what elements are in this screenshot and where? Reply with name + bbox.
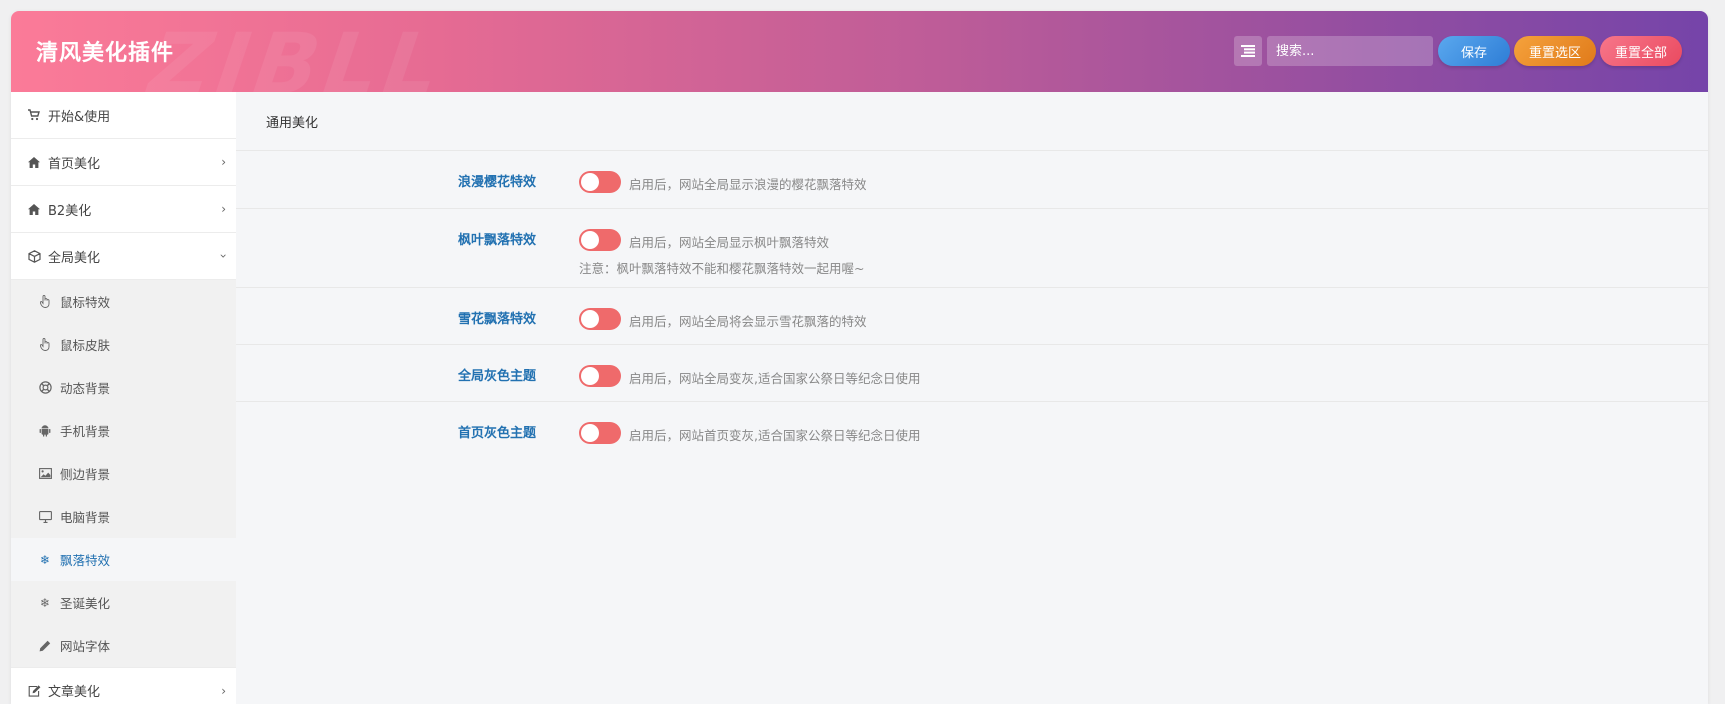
sidebar-subitem-mouse-skin[interactable]: 鼠标皮肤 bbox=[11, 323, 236, 366]
sidebar-item-label: B2美化 bbox=[48, 203, 92, 219]
sakura-effect-toggle[interactable] bbox=[579, 171, 621, 193]
sidebar-subitem-label: 圣诞美化 bbox=[60, 596, 111, 611]
field-sakura-effect: 浪漫樱花特效 启用后，网站全局显示浪漫的樱花飘落特效 bbox=[236, 151, 1708, 209]
pencil-icon bbox=[38, 639, 52, 653]
chevron-down-icon: › bbox=[216, 253, 231, 259]
pointer-hand-icon bbox=[38, 338, 52, 352]
sidebar-subitem-label: 飘落特效 bbox=[60, 553, 111, 568]
sidebar-subitem-label: 动态背景 bbox=[60, 381, 111, 396]
sidebar-subitem-dynamic-bg[interactable]: 动态背景 bbox=[11, 366, 236, 409]
field-description: 启用后，网站全局变灰,适合国家公祭日等纪念日使用 bbox=[629, 371, 921, 386]
image-icon bbox=[38, 467, 52, 481]
sidebar-item-article[interactable]: 文章美化 › bbox=[11, 667, 236, 704]
expand-all-button[interactable] bbox=[1234, 36, 1262, 66]
home-icon bbox=[27, 202, 41, 216]
sidebar-subitem-mobile-bg[interactable]: 手机背景 bbox=[11, 409, 236, 452]
cube-icon bbox=[27, 249, 41, 263]
sidebar-subitem-label: 电脑背景 bbox=[60, 510, 111, 525]
pointer-hand-icon bbox=[38, 295, 52, 309]
field-label: 雪花飘落特效 bbox=[457, 312, 536, 327]
sidebar-subitem-label: 鼠标特效 bbox=[60, 295, 111, 310]
cart-icon bbox=[27, 108, 41, 122]
field-label: 枫叶飘落特效 bbox=[457, 233, 536, 248]
sidebar: 开始&使用 首页美化 › B2美化 › 全局美化 › 鼠标特效 鼠标皮肤 动态背… bbox=[11, 92, 236, 704]
plugin-frame: ZIBLL 清风美化插件 保存 重置选区 重置全部 开始&使用 首页美化 bbox=[11, 11, 1708, 704]
list-icon bbox=[1241, 45, 1255, 57]
header-bar: ZIBLL 清风美化插件 保存 重置选区 重置全部 bbox=[11, 11, 1708, 92]
plugin-title: 清风美化插件 bbox=[36, 41, 175, 66]
sidebar-item-home[interactable]: 首页美化 › bbox=[11, 139, 236, 186]
reset-section-button[interactable]: 重置选区 bbox=[1514, 36, 1596, 66]
sidebar-submenu: 鼠标特效 鼠标皮肤 动态背景 手机背景 侧边背景 电脑背景 ❄ 飘落特效 ❄ 圣… bbox=[11, 280, 236, 667]
snowflake-icon: ❄ bbox=[39, 595, 51, 610]
sidebar-subitem-falling-effect[interactable]: ❄ 飘落特效 bbox=[11, 538, 236, 581]
home-icon bbox=[27, 155, 41, 169]
chevron-right-icon: › bbox=[221, 683, 226, 698]
search-input[interactable] bbox=[1267, 36, 1433, 66]
field-maple-effect: 枫叶飘落特效 启用后，网站全局显示枫叶飘落特效 注意：枫叶飘落特效不能和樱花飘落… bbox=[236, 209, 1708, 288]
field-label: 浪漫樱花特效 bbox=[457, 175, 536, 190]
field-note: 注意：枫叶飘落特效不能和樱花飘落特效一起用喔~ bbox=[579, 261, 865, 276]
sidebar-subitem-christmas[interactable]: ❄ 圣诞美化 bbox=[11, 581, 236, 624]
sidebar-subitem-font[interactable]: 网站字体 bbox=[11, 624, 236, 667]
sidebar-subitem-mouse-effect[interactable]: 鼠标特效 bbox=[11, 280, 236, 323]
field-description: 启用后，网站全局显示枫叶飘落特效 bbox=[629, 235, 830, 250]
snow-effect-toggle[interactable] bbox=[579, 308, 621, 330]
settings-panel: 通用美化 浪漫樱花特效 启用后，网站全局显示浪漫的樱花飘落特效 枫叶飘落特效 启… bbox=[236, 92, 1708, 704]
snowflake-icon: ❄ bbox=[39, 552, 51, 567]
sidebar-item-start[interactable]: 开始&使用 bbox=[11, 92, 236, 139]
toggle-knob bbox=[581, 424, 599, 442]
maple-effect-toggle[interactable] bbox=[579, 229, 621, 251]
sidebar-subitem-desktop-bg[interactable]: 电脑背景 bbox=[11, 495, 236, 538]
toggle-knob bbox=[581, 173, 599, 191]
sidebar-item-label: 全局美化 bbox=[48, 250, 101, 266]
android-icon bbox=[38, 424, 52, 438]
sidebar-item-label: 开始&使用 bbox=[48, 109, 111, 125]
edit-icon bbox=[27, 684, 41, 698]
field-label: 首页灰色主题 bbox=[457, 426, 536, 441]
save-button[interactable]: 保存 bbox=[1438, 36, 1510, 66]
sidebar-item-label: 文章美化 bbox=[48, 685, 101, 700]
chevron-right-icon: › bbox=[221, 155, 226, 169]
reset-all-button[interactable]: 重置全部 bbox=[1600, 36, 1682, 66]
field-home-gray: 首页灰色主题 启用后，网站首页变灰,适合国家公祭日等纪念日使用 bbox=[236, 402, 1708, 460]
field-snow-effect: 雪花飘落特效 启用后，网站全局将会显示雪花飘落的特效 bbox=[236, 288, 1708, 345]
toggle-knob bbox=[581, 310, 599, 328]
lifebuoy-icon bbox=[38, 381, 52, 395]
toggle-knob bbox=[581, 367, 599, 385]
field-global-gray: 全局灰色主题 启用后，网站全局变灰,适合国家公祭日等纪念日使用 bbox=[236, 345, 1708, 402]
sidebar-subitem-label: 鼠标皮肤 bbox=[60, 338, 111, 353]
sidebar-item-label: 首页美化 bbox=[48, 156, 101, 172]
sidebar-subitem-label: 网站字体 bbox=[60, 639, 111, 654]
sidebar-subitem-label: 侧边背景 bbox=[60, 467, 111, 482]
header-watermark: ZIBLL bbox=[144, 15, 452, 92]
global-gray-toggle[interactable] bbox=[579, 365, 621, 387]
section-title: 通用美化 bbox=[236, 92, 1708, 151]
chevron-right-icon: › bbox=[221, 202, 226, 216]
field-description: 启用后，网站全局将会显示雪花飘落的特效 bbox=[629, 314, 867, 329]
field-description: 启用后，网站首页变灰,适合国家公祭日等纪念日使用 bbox=[629, 428, 921, 443]
sidebar-subitem-side-bg[interactable]: 侧边背景 bbox=[11, 452, 236, 495]
field-label: 全局灰色主题 bbox=[457, 369, 536, 384]
toggle-knob bbox=[581, 231, 599, 249]
home-gray-toggle[interactable] bbox=[579, 422, 621, 444]
sidebar-item-global[interactable]: 全局美化 › bbox=[11, 233, 236, 280]
sidebar-item-b2[interactable]: B2美化 › bbox=[11, 186, 236, 233]
field-description: 启用后，网站全局显示浪漫的樱花飘落特效 bbox=[629, 177, 867, 192]
desktop-icon bbox=[38, 510, 52, 524]
sidebar-subitem-label: 手机背景 bbox=[60, 424, 111, 439]
